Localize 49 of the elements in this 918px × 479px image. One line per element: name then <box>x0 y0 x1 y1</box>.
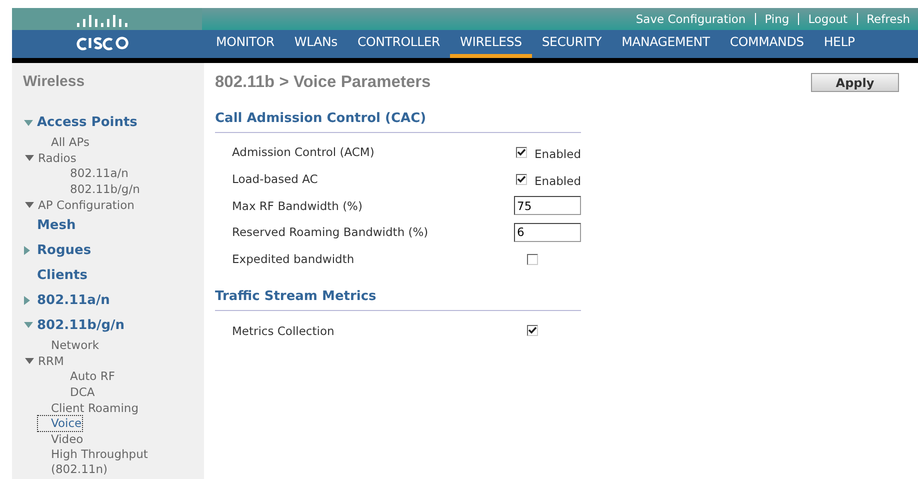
nav-tab[interactable]: MANAGEMENT <box>612 34 720 58</box>
nav-tab[interactable]: COMMANDS <box>720 34 814 58</box>
sidebar-item[interactable]: 802.11b/g/n <box>70 182 140 198</box>
sidebar-item[interactable]: Auto RF <box>70 369 115 384</box>
checkbox[interactable] <box>516 174 527 185</box>
nav-tab[interactable]: MONITOR <box>206 34 284 58</box>
apply-button[interactable]: Apply <box>811 73 899 92</box>
field-label: Expedited bandwidth <box>231 252 356 266</box>
sidebar-item[interactable]: Rogues <box>37 242 92 258</box>
sidebar-item[interactable]: Mesh <box>37 218 76 233</box>
field-label: Load-based AC <box>231 172 319 186</box>
nav-tab[interactable]: HELP <box>814 34 865 58</box>
checkbox[interactable] <box>516 146 527 158</box>
field-label: Admission Control (ACM) <box>231 145 376 160</box>
section-heading: Traffic Stream Metrics <box>215 289 581 312</box>
sidebar-item[interactable]: Radios <box>38 150 76 166</box>
sidebar-item[interactable]: High Throughput (802.11n) <box>38 447 171 478</box>
header-link[interactable]: Refresh <box>862 12 914 26</box>
page-title: 802.11b > Voice Parameters <box>215 73 431 92</box>
sidebar-item[interactable]: DCA <box>70 385 95 400</box>
sidebar-item[interactable]: Client Roaming <box>38 400 138 416</box>
input-field[interactable]: 75 <box>514 196 581 216</box>
sidebar-item[interactable]: Video <box>38 432 84 447</box>
enabled-label: Enabled <box>534 174 581 188</box>
enabled-label: Enabled <box>534 147 581 162</box>
checkbox[interactable] <box>527 325 538 336</box>
sidebar-title: Wireless <box>22 73 86 90</box>
field-label: Metrics Collection <box>231 324 336 338</box>
sidebar-item[interactable]: Network <box>38 338 100 354</box>
sidebar-item[interactable]: 802.11b/g/n <box>37 318 125 333</box>
input-field[interactable]: 6 <box>514 222 581 242</box>
sidebar-item[interactable]: RRM <box>38 354 64 369</box>
checkbox[interactable] <box>527 254 538 265</box>
header-link[interactable]: Save Configuration <box>632 12 750 26</box>
nav-tab[interactable]: WLANs <box>284 34 348 58</box>
field-label: Reserved Roaming Bandwidth (%) <box>231 225 430 240</box>
sidebar-item[interactable]: Voice <box>38 416 82 432</box>
sidebar-item[interactable]: Access Points <box>37 115 138 130</box>
sidebar-item[interactable]: 802.11a/n <box>37 292 110 308</box>
field-label: Max RF Bandwidth (%) <box>231 198 364 213</box>
sidebar-item[interactable]: All APs <box>38 135 90 150</box>
section-heading: Call Admission Control (CAC) <box>215 111 581 133</box>
sidebar-item[interactable]: Clients <box>37 268 88 283</box>
header-link[interactable]: Ping <box>760 12 794 26</box>
nav-tab[interactable]: SECURITY <box>532 34 612 58</box>
sidebar-item[interactable]: AP Configuration <box>38 198 134 213</box>
sidebar-item[interactable]: 802.11a/n <box>70 166 128 182</box>
nav-tab[interactable]: CONTROLLER <box>347 34 450 58</box>
header-link[interactable]: Logout <box>804 12 852 26</box>
